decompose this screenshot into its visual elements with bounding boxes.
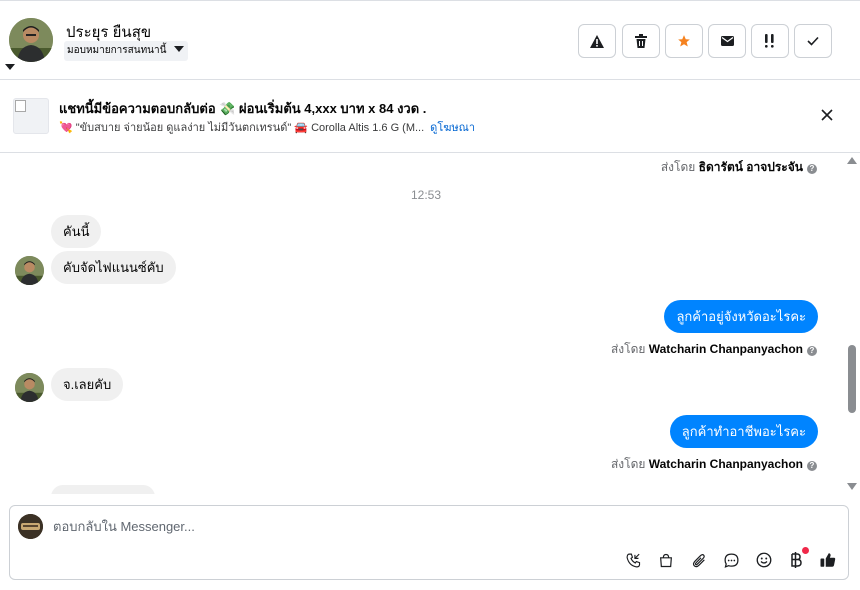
assign-conversation-dropdown[interactable]: มอบหมายการสนทนานี้ xyxy=(64,41,189,61)
star-button[interactable] xyxy=(665,24,703,58)
contact-avatar-small xyxy=(15,256,44,285)
outgoing-message[interactable]: ลูกค้าทำอาชีพอะไรคะ xyxy=(669,415,818,448)
ad-subtitle-text: 💘 "ขับสบาย จ่ายน้อย ดูแลง่าย ไม่มีวันตกเ… xyxy=(59,122,425,134)
conversation-header: ประยุร ยืนสุข มอบหมายการสนทนานี้ xyxy=(0,0,860,80)
notification-badge xyxy=(802,547,809,554)
assign-conversation-label: มอบหมายการสนทนานี้ xyxy=(67,45,167,56)
sender-name: Watcharin Chanpanyachon xyxy=(648,342,803,356)
contact-avatar-small xyxy=(15,373,44,402)
mark-done-button[interactable] xyxy=(794,24,832,58)
emoji-icon xyxy=(756,552,772,568)
phone-icon xyxy=(626,553,640,567)
trash-icon xyxy=(635,34,647,48)
star-icon xyxy=(678,35,690,47)
message-timestamp: 12:53 xyxy=(410,188,442,202)
scrollbar-thumb[interactable] xyxy=(848,345,856,413)
warning-icon xyxy=(590,34,604,48)
view-ad-link[interactable]: ดูโฆษณา xyxy=(430,122,475,134)
incoming-message[interactable]: คับจัดไฟแนนซ์คับ xyxy=(51,251,176,284)
outgoing-message[interactable]: ลูกค้าอยู่จังหวัดอะไรคะ xyxy=(664,300,818,333)
ad-thumbnail[interactable] xyxy=(13,98,49,134)
exclamation-icon xyxy=(765,34,774,48)
attach-button[interactable] xyxy=(689,550,709,570)
help-icon[interactable]: ? xyxy=(807,346,817,356)
ad-subtitle: 💘 "ขับสบาย จ่ายน้อย ดูแลง่าย ไม่มีวันตกเ… xyxy=(59,118,475,136)
sent-by-prefix: ส่งโดย xyxy=(660,160,696,174)
chat-bubble-icon xyxy=(723,552,739,568)
mark-unread-button[interactable] xyxy=(708,24,746,58)
thumbs-up-icon xyxy=(820,553,836,567)
sent-by-prefix: ส่งโดย xyxy=(610,342,646,356)
ad-title: แชทนี้มีข้อความตอบกลับต่อ 💸 ผ่อนเริ่มต้น… xyxy=(59,101,427,116)
saved-replies-button[interactable] xyxy=(721,550,741,570)
message-thread[interactable]: ส่งโดย ธิดารัตน์ อาจประจัน? 12:53 คันนี้… xyxy=(0,153,845,494)
sent-by-prefix: ส่งโดย xyxy=(610,457,646,471)
sender-name: ธิดารัตน์ อาจประจัน xyxy=(698,160,803,174)
envelope-icon xyxy=(720,36,734,46)
shop-button[interactable] xyxy=(656,550,676,570)
sent-by-label: ส่งโดย Watcharin Chanpanyachon? xyxy=(611,340,817,359)
emoji-button[interactable] xyxy=(754,550,774,570)
sender-name: Watcharin Chanpanyachon xyxy=(648,457,803,471)
shopping-bag-icon xyxy=(660,553,672,567)
sent-by-label: ส่งโดย Watcharin Chanpanyachon? xyxy=(611,455,817,474)
ad-context-bar: แชทนี้มีข้อความตอบกลับต่อ 💸 ผ่อนเริ่มต้น… xyxy=(0,81,860,153)
page-avatar xyxy=(18,514,43,539)
baht-icon xyxy=(791,552,802,568)
call-button[interactable] xyxy=(623,550,643,570)
payment-button[interactable] xyxy=(786,547,809,570)
help-icon[interactable]: ? xyxy=(807,164,817,174)
report-spam-button[interactable] xyxy=(578,24,616,58)
close-icon[interactable] xyxy=(817,105,837,125)
reply-input[interactable] xyxy=(53,519,613,534)
incoming-message[interactable]: คันนี้ xyxy=(51,215,102,248)
sent-by-label: ส่งโดย ธิดารัตน์ อาจประจัน? xyxy=(661,158,817,177)
incoming-message[interactable]: จ.เลยคับ xyxy=(51,368,124,401)
paperclip-icon xyxy=(692,553,705,567)
check-icon xyxy=(807,36,819,46)
like-button[interactable] xyxy=(818,550,838,570)
follow-up-button[interactable] xyxy=(751,24,789,58)
incoming-message-partial[interactable] xyxy=(51,485,155,494)
scroll-up-arrow[interactable] xyxy=(847,157,857,164)
chevron-down-icon xyxy=(174,46,185,52)
message-composer xyxy=(9,505,849,580)
avatar-menu-chevron-down-icon[interactable] xyxy=(5,64,15,70)
scroll-down-arrow[interactable] xyxy=(847,483,857,490)
help-icon[interactable]: ? xyxy=(807,461,817,471)
delete-button[interactable] xyxy=(622,24,660,58)
contact-avatar[interactable] xyxy=(9,18,53,62)
